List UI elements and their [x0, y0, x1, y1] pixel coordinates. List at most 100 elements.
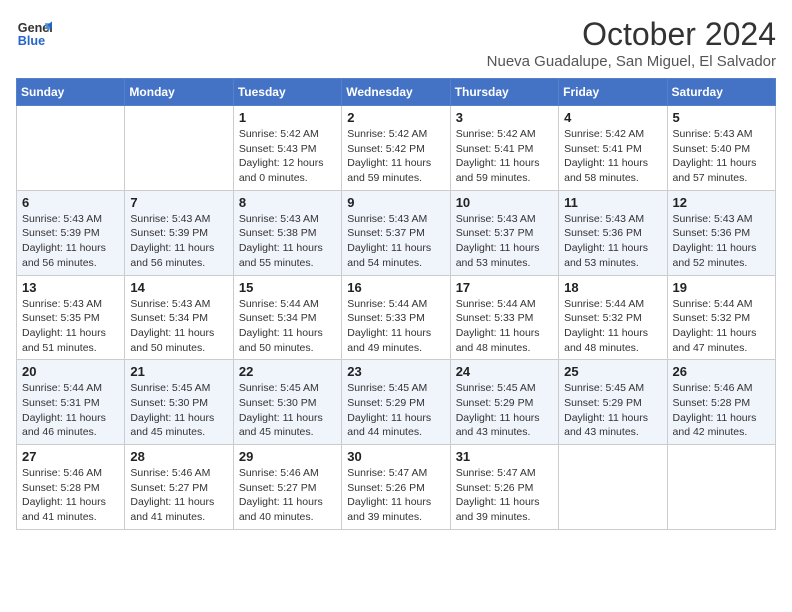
logo-icon: General Blue: [16, 16, 52, 52]
calendar-cell: 15 Sunrise: 5:44 AM Sunset: 5:34 PM Dayli…: [233, 275, 341, 360]
day-number: 23: [347, 364, 444, 379]
day-number: 12: [673, 195, 770, 210]
day-number: 1: [239, 110, 336, 125]
calendar-day-header: Friday: [559, 79, 667, 106]
logo: General Blue General Blue: [16, 16, 52, 52]
calendar-header-row: SundayMondayTuesdayWednesdayThursdayFrid…: [17, 79, 776, 106]
day-number: 29: [239, 449, 336, 464]
calendar-cell: 2Sunrise: 5:42 AM Sunset: 5:42 PM Daylig…: [342, 106, 450, 191]
calendar-cell: 12 Sunrise: 5:43 AM Sunset: 5:36 PM Dayli…: [667, 190, 775, 275]
day-detail: Sunrise: 5:43 AM Sunset: 5:38 PM Dayligh…: [239, 212, 336, 271]
day-number: 11: [564, 195, 661, 210]
calendar-cell: 22Sunrise: 5:45 AM Sunset: 5:30 PM Dayli…: [233, 360, 341, 445]
day-number: 19: [673, 280, 770, 295]
calendar-cell: 25 Sunrise: 5:45 AM Sunset: 5:29 PM Dayli…: [559, 360, 667, 445]
day-detail: Sunrise: 5:42 AM Sunset: 5:41 PM Dayligh…: [456, 127, 553, 186]
day-detail: Sunrise: 5:45 AM Sunset: 5:29 PM Dayligh…: [456, 381, 553, 440]
day-number: 27: [22, 449, 119, 464]
calendar-cell: 23 Sunrise: 5:45 AM Sunset: 5:29 PM Dayli…: [342, 360, 450, 445]
calendar-cell: [17, 106, 125, 191]
day-number: 9: [347, 195, 444, 210]
calendar-day-header: Saturday: [667, 79, 775, 106]
calendar-day-header: Monday: [125, 79, 233, 106]
calendar-week-row: 20 Sunrise: 5:44 AM Sunset: 5:31 PM Dayli…: [17, 360, 776, 445]
day-detail: Sunrise: 5:44 AM Sunset: 5:31 PM Dayligh…: [22, 381, 119, 440]
calendar-cell: 28Sunrise: 5:46 AM Sunset: 5:27 PM Dayli…: [125, 445, 233, 530]
day-detail: Sunrise: 5:46 AM Sunset: 5:28 PM Dayligh…: [673, 381, 770, 440]
day-number: 17: [456, 280, 553, 295]
day-number: 2: [347, 110, 444, 125]
day-number: 18: [564, 280, 661, 295]
calendar-cell: [559, 445, 667, 530]
calendar-week-row: 27 Sunrise: 5:46 AM Sunset: 5:28 PM Dayli…: [17, 445, 776, 530]
calendar-cell: 7Sunrise: 5:43 AM Sunset: 5:39 PM Daylig…: [125, 190, 233, 275]
day-number: 4: [564, 110, 661, 125]
calendar-cell: 6Sunrise: 5:43 AM Sunset: 5:39 PM Daylig…: [17, 190, 125, 275]
calendar-week-row: 6Sunrise: 5:43 AM Sunset: 5:39 PM Daylig…: [17, 190, 776, 275]
calendar-cell: 24 Sunrise: 5:45 AM Sunset: 5:29 PM Dayli…: [450, 360, 558, 445]
calendar-day-header: Wednesday: [342, 79, 450, 106]
day-detail: Sunrise: 5:44 AM Sunset: 5:33 PM Dayligh…: [347, 297, 444, 356]
day-detail: Sunrise: 5:45 AM Sunset: 5:29 PM Dayligh…: [347, 381, 444, 440]
day-detail: Sunrise: 5:47 AM Sunset: 5:26 PM Dayligh…: [456, 466, 553, 525]
day-detail: Sunrise: 5:43 AM Sunset: 5:40 PM Dayligh…: [673, 127, 770, 186]
calendar-cell: 9 Sunrise: 5:43 AM Sunset: 5:37 PM Daylig…: [342, 190, 450, 275]
location-title: Nueva Guadalupe, San Miguel, El Salvador: [487, 53, 776, 70]
day-detail: Sunrise: 5:44 AM Sunset: 5:33 PM Dayligh…: [456, 297, 553, 356]
day-detail: Sunrise: 5:43 AM Sunset: 5:34 PM Dayligh…: [130, 297, 227, 356]
day-number: 24: [456, 364, 553, 379]
calendar-cell: 19 Sunrise: 5:44 AM Sunset: 5:32 PM Dayli…: [667, 275, 775, 360]
day-number: 13: [22, 280, 119, 295]
calendar-table: SundayMondayTuesdayWednesdayThursdayFrid…: [16, 78, 776, 530]
day-detail: Sunrise: 5:43 AM Sunset: 5:36 PM Dayligh…: [564, 212, 661, 271]
day-number: 20: [22, 364, 119, 379]
day-number: 15: [239, 280, 336, 295]
day-number: 16: [347, 280, 444, 295]
calendar-cell: 20 Sunrise: 5:44 AM Sunset: 5:31 PM Dayli…: [17, 360, 125, 445]
day-number: 14: [130, 280, 227, 295]
day-detail: Sunrise: 5:44 AM Sunset: 5:32 PM Dayligh…: [673, 297, 770, 356]
calendar-cell: 26 Sunrise: 5:46 AM Sunset: 5:28 PM Dayli…: [667, 360, 775, 445]
calendar-cell: 10 Sunrise: 5:43 AM Sunset: 5:37 PM Dayli…: [450, 190, 558, 275]
day-detail: Sunrise: 5:45 AM Sunset: 5:30 PM Dayligh…: [239, 381, 336, 440]
day-number: 3: [456, 110, 553, 125]
calendar-cell: 11 Sunrise: 5:43 AM Sunset: 5:36 PM Dayli…: [559, 190, 667, 275]
day-number: 21: [130, 364, 227, 379]
day-number: 25: [564, 364, 661, 379]
calendar-cell: 30 Sunrise: 5:47 AM Sunset: 5:26 PM Dayli…: [342, 445, 450, 530]
calendar-cell: 14 Sunrise: 5:43 AM Sunset: 5:34 PM Dayli…: [125, 275, 233, 360]
calendar-cell: 21 Sunrise: 5:45 AM Sunset: 5:30 PM Dayli…: [125, 360, 233, 445]
day-detail: Sunrise: 5:44 AM Sunset: 5:34 PM Dayligh…: [239, 297, 336, 356]
day-detail: Sunrise: 5:46 AM Sunset: 5:27 PM Dayligh…: [239, 466, 336, 525]
calendar-day-header: Sunday: [17, 79, 125, 106]
calendar-cell: 27 Sunrise: 5:46 AM Sunset: 5:28 PM Dayli…: [17, 445, 125, 530]
day-detail: Sunrise: 5:47 AM Sunset: 5:26 PM Dayligh…: [347, 466, 444, 525]
calendar-day-header: Tuesday: [233, 79, 341, 106]
calendar-cell: 31Sunrise: 5:47 AM Sunset: 5:26 PM Dayli…: [450, 445, 558, 530]
calendar-cell: 3 Sunrise: 5:42 AM Sunset: 5:41 PM Daylig…: [450, 106, 558, 191]
calendar-cell: 18 Sunrise: 5:44 AM Sunset: 5:32 PM Dayli…: [559, 275, 667, 360]
day-detail: Sunrise: 5:43 AM Sunset: 5:39 PM Dayligh…: [22, 212, 119, 271]
day-detail: Sunrise: 5:42 AM Sunset: 5:41 PM Dayligh…: [564, 127, 661, 186]
day-detail: Sunrise: 5:45 AM Sunset: 5:30 PM Dayligh…: [130, 381, 227, 440]
day-number: 26: [673, 364, 770, 379]
day-detail: Sunrise: 5:44 AM Sunset: 5:32 PM Dayligh…: [564, 297, 661, 356]
svg-text:Blue: Blue: [18, 34, 45, 48]
calendar-cell: 5Sunrise: 5:43 AM Sunset: 5:40 PM Daylig…: [667, 106, 775, 191]
day-detail: Sunrise: 5:46 AM Sunset: 5:28 PM Dayligh…: [22, 466, 119, 525]
day-detail: Sunrise: 5:45 AM Sunset: 5:29 PM Dayligh…: [564, 381, 661, 440]
calendar-cell: 1Sunrise: 5:42 AM Sunset: 5:43 PM Daylig…: [233, 106, 341, 191]
calendar-cell: 17 Sunrise: 5:44 AM Sunset: 5:33 PM Dayli…: [450, 275, 558, 360]
page-header: General Blue General Blue October 2024 N…: [16, 16, 776, 70]
day-number: 7: [130, 195, 227, 210]
day-detail: Sunrise: 5:43 AM Sunset: 5:35 PM Dayligh…: [22, 297, 119, 356]
day-detail: Sunrise: 5:43 AM Sunset: 5:36 PM Dayligh…: [673, 212, 770, 271]
day-detail: Sunrise: 5:43 AM Sunset: 5:37 PM Dayligh…: [347, 212, 444, 271]
calendar-cell: 13 Sunrise: 5:43 AM Sunset: 5:35 PM Dayli…: [17, 275, 125, 360]
day-number: 30: [347, 449, 444, 464]
day-number: 28: [130, 449, 227, 464]
day-number: 10: [456, 195, 553, 210]
day-detail: Sunrise: 5:43 AM Sunset: 5:37 PM Dayligh…: [456, 212, 553, 271]
calendar-cell: [667, 445, 775, 530]
calendar-cell: 8Sunrise: 5:43 AM Sunset: 5:38 PM Daylig…: [233, 190, 341, 275]
